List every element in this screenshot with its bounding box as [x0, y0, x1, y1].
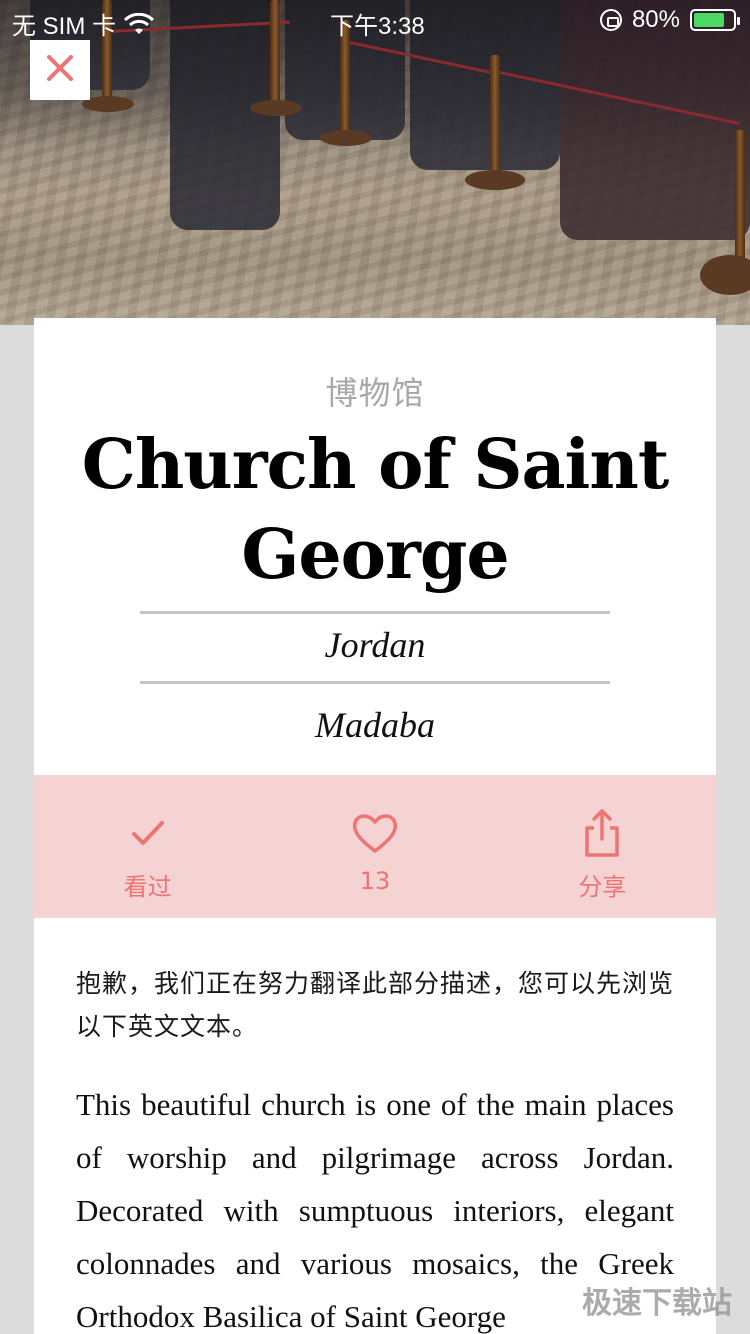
carrier-group: 无 SIM 卡	[12, 6, 155, 41]
place-country[interactable]: Jordan	[34, 624, 716, 666]
share-icon	[584, 809, 620, 857]
page-title: Church of Saint George	[81, 425, 669, 595]
like-count: 13	[359, 867, 391, 895]
translation-notice: 抱歉，我们正在努力翻译此部分描述，您可以先浏览以下英文文本。	[76, 969, 675, 1041]
close-icon	[47, 55, 73, 85]
visited-label: 看过	[123, 873, 172, 901]
place-header: 博物馆 Church of Saint George Jordan Madaba	[34, 318, 716, 775]
checkmark-icon	[131, 809, 165, 857]
close-button[interactable]	[30, 40, 90, 100]
carrier-label: 无 SIM 卡	[12, 13, 117, 40]
divider	[140, 681, 610, 684]
battery-fill	[694, 13, 725, 27]
rope-post-base	[320, 130, 372, 146]
rope-post-base	[250, 100, 302, 116]
divider	[140, 611, 610, 614]
visited-button[interactable]: 看过	[34, 775, 261, 918]
status-bar: 无 SIM 卡 下午3:38 80%	[0, 0, 750, 40]
place-category: 博物馆	[325, 374, 425, 412]
rope-post-base	[465, 170, 525, 190]
orientation-lock-icon	[599, 9, 622, 31]
status-right: 80%	[599, 6, 740, 34]
heart-icon	[351, 809, 399, 857]
hero-photo	[0, 0, 750, 325]
battery-icon	[690, 9, 740, 31]
share-label: 分享	[578, 873, 627, 901]
place-city[interactable]: Madaba	[34, 704, 716, 746]
like-button[interactable]: 13	[261, 775, 488, 918]
share-button[interactable]: 分享	[489, 775, 716, 918]
rope-post	[490, 55, 500, 180]
place-card: 博物馆 Church of Saint George Jordan Madaba…	[34, 318, 716, 1334]
battery-percent: 80%	[631, 6, 680, 33]
watermark: 极速下载站	[582, 1286, 732, 1321]
wifi-icon	[123, 12, 155, 35]
status-time: 下午3:38	[330, 13, 425, 40]
action-bar: 看过 13 分享	[34, 775, 716, 918]
rope-post-base	[700, 255, 750, 295]
